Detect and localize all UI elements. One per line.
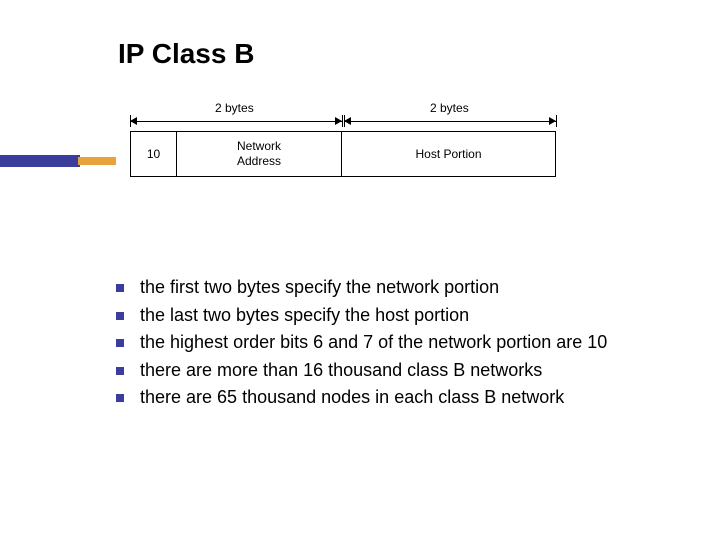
bracket-line-right (344, 121, 556, 122)
diagram-labels-row: 2 bytes 2 bytes (130, 95, 610, 125)
bracket-tick (556, 115, 557, 127)
arrow-head-icon (130, 117, 137, 125)
list-item: there are 65 thousand nodes in each clas… (114, 385, 666, 411)
prefix-bits-box: 10 (130, 131, 176, 177)
bracket-tick (342, 115, 343, 127)
ip-classb-diagram: 2 bytes 2 bytes 10 NetworkAddress Host P… (130, 95, 610, 177)
list-item: there are more than 16 thousand class B … (114, 358, 666, 384)
list-item: the last two bytes specify the host port… (114, 303, 666, 329)
host-portion-box: Host Portion (342, 131, 556, 177)
title-underline-orange (78, 157, 116, 165)
arrow-head-icon (549, 117, 556, 125)
arrow-head-icon (344, 117, 351, 125)
slide-title: IP Class B (118, 38, 254, 70)
title-underline-blue (0, 155, 80, 167)
list-item: the highest order bits 6 and 7 of the ne… (114, 330, 666, 356)
list-item: the first two bytes specify the network … (114, 275, 666, 301)
arrow-head-icon (335, 117, 342, 125)
bytes-label-left: 2 bytes (215, 101, 254, 115)
network-address-box: NetworkAddress (176, 131, 342, 177)
bytes-label-right: 2 bytes (430, 101, 469, 115)
bullet-list: the first two bytes specify the network … (114, 275, 666, 413)
diagram-boxes-row: 10 NetworkAddress Host Portion (130, 131, 610, 177)
bracket-line-left (130, 121, 342, 122)
